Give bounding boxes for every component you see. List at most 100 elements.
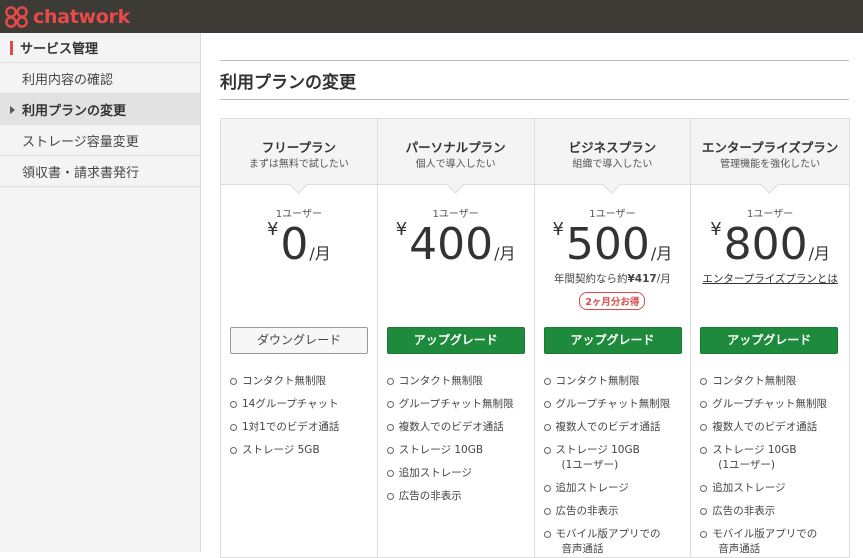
sidebar-item-label: 領収書・請求書発行 bbox=[22, 165, 140, 181]
sidebar-header-label: サービス管理 bbox=[20, 42, 99, 57]
feature-subtext: 音声通話 bbox=[561, 543, 604, 555]
sidebar-header-accent bbox=[10, 40, 13, 55]
plan-name: エンタープライズプラン bbox=[701, 140, 839, 155]
sidebar-item-label: 利用内容の確認 bbox=[22, 72, 114, 88]
downgrade-button[interactable]: ダウングレード bbox=[230, 327, 368, 354]
price-period: /月 bbox=[494, 244, 516, 263]
price-period: /月 bbox=[309, 244, 331, 263]
feature-item: 広告の非表示 bbox=[543, 504, 671, 519]
currency-symbol: ¥ bbox=[552, 219, 564, 240]
feature-item: 複数人でのビデオ通話 bbox=[543, 420, 671, 435]
plan-subtitle: 管理機能を強化したい bbox=[720, 159, 821, 170]
plan-users: 1ユーザー bbox=[589, 209, 636, 220]
discount-badge: 2ヶ月分お得 bbox=[579, 292, 646, 310]
top-bar: chatwork bbox=[0, 0, 863, 33]
feature-item: 広告の非表示 bbox=[386, 489, 514, 504]
feature-item: グループチャット無制限 bbox=[700, 397, 827, 412]
discount-badge-wrap: 2ヶ月分お得 bbox=[535, 290, 691, 310]
feature-text: モバイル版アプリでの bbox=[712, 528, 818, 540]
feature-subtext: (1ユーザー) bbox=[561, 459, 619, 471]
sidebar-item-label: 利用プランの変更 bbox=[22, 103, 127, 119]
feature-item: モバイル版アプリでの音声通話 bbox=[700, 527, 827, 557]
plan-subtitle: まずは無料で試したい bbox=[248, 159, 349, 170]
feature-list: コンタクト無制限 グループチャット無制限 複数人でのビデオ通話 ストレージ 10… bbox=[700, 374, 827, 557]
feature-item: ストレージ 5GB bbox=[230, 443, 339, 458]
price-amount: 500 bbox=[565, 219, 650, 270]
feature-list: コンタクト無制限 14グループチャット 1対1でのビデオ通話 ストレージ 5GB bbox=[230, 374, 339, 466]
feature-item: 追加ストレージ bbox=[543, 481, 671, 496]
feature-item: 追加ストレージ bbox=[700, 481, 827, 496]
feature-text: モバイル版アプリでの bbox=[555, 528, 661, 540]
feature-item: グループチャット無制限 bbox=[386, 397, 514, 412]
price-period: /月 bbox=[650, 244, 673, 263]
feature-item: ストレージ 10GB (1ユーザー) bbox=[543, 443, 671, 473]
sidebar-item-change-plan[interactable]: 利用プランの変更 bbox=[0, 94, 200, 125]
upgrade-button[interactable]: アップグレード bbox=[700, 327, 839, 354]
price-amount: 0 bbox=[280, 219, 309, 270]
sidebar: サービス管理 利用内容の確認 利用プランの変更 ストレージ容量変更 領収書・請求… bbox=[0, 33, 201, 552]
main-content: 利用プランの変更 フリープラン まずは無料で試したい 1ユーザー ¥0/月 ダウ… bbox=[201, 33, 863, 558]
plans-table: フリープラン まずは無料で試したい 1ユーザー ¥0/月 ダウングレード コンタ… bbox=[220, 118, 850, 558]
plan-enterprise: エンタープライズプラン 管理機能を強化したい 1ユーザー ¥800/月 エンター… bbox=[691, 119, 849, 557]
plan-name: パーソナルプラン bbox=[405, 140, 506, 155]
plan-users: 1ユーザー bbox=[432, 209, 479, 220]
feature-item: 複数人でのビデオ通話 bbox=[700, 420, 827, 435]
annual-note-price: ¥417 bbox=[627, 273, 657, 285]
plan-price: ¥400/月 bbox=[378, 219, 534, 270]
plan-price: ¥500/月 bbox=[535, 219, 691, 270]
annual-note-suffix: /月 bbox=[656, 273, 671, 285]
feature-item: 追加ストレージ bbox=[386, 466, 514, 481]
page-title: 利用プランの変更 bbox=[220, 73, 356, 93]
sidebar-item-label: ストレージ容量変更 bbox=[22, 134, 139, 150]
feature-text: ストレージ 10GB bbox=[712, 444, 797, 456]
sidebar-item-receipt[interactable]: 領収書・請求書発行 bbox=[0, 156, 200, 187]
arrow-right-icon bbox=[10, 106, 15, 114]
logo-text: chatwork bbox=[33, 6, 130, 28]
annual-price-note: 年間契約なら約¥417/月 bbox=[535, 271, 691, 286]
currency-symbol: ¥ bbox=[710, 219, 722, 240]
feature-item: グループチャット無制限 bbox=[543, 397, 670, 412]
plan-header: ビジネスプラン 組織で導入したい bbox=[534, 119, 691, 185]
page-title-bar: 利用プランの変更 bbox=[220, 60, 849, 100]
feature-item: コンタクト無制限 bbox=[700, 374, 827, 389]
price-amount: 400 bbox=[409, 219, 494, 270]
plan-name: フリープラン bbox=[261, 140, 336, 155]
plan-price: ¥0/月 bbox=[221, 219, 377, 270]
feature-item: ストレージ 10GB (1ユーザー) bbox=[700, 443, 827, 473]
plan-personal: パーソナルプラン 個人で導入したい 1ユーザー ¥400/月 アップグレード コ… bbox=[377, 119, 535, 557]
chatwork-logo-icon bbox=[5, 6, 28, 28]
plan-subtitle: 組織で導入したい bbox=[572, 159, 653, 170]
upgrade-button[interactable]: アップグレード bbox=[386, 327, 525, 354]
plan-header: フリープラン まずは無料で試したい bbox=[221, 119, 377, 185]
annual-note-prefix: 年間契約なら約 bbox=[553, 273, 628, 285]
sidebar-header: サービス管理 bbox=[0, 33, 200, 63]
feature-subtext: 音声通話 bbox=[718, 543, 761, 555]
feature-text: ストレージ 10GB bbox=[555, 444, 640, 456]
plan-users: 1ユーザー bbox=[275, 209, 322, 220]
currency-symbol: ¥ bbox=[266, 219, 279, 240]
enterprise-info-link[interactable]: エンタープライズプランとは bbox=[691, 271, 849, 286]
plan-subtitle: 個人で導入したい bbox=[415, 159, 496, 170]
feature-item: 1対1でのビデオ通話 bbox=[230, 420, 339, 435]
feature-list: コンタクト無制限 グループチャット無制限 複数人でのビデオ通話 ストレージ 10… bbox=[386, 374, 514, 512]
feature-item: コンタクト無制限 bbox=[386, 374, 514, 389]
plan-free: フリープラン まずは無料で試したい 1ユーザー ¥0/月 ダウングレード コンタ… bbox=[221, 119, 378, 557]
plan-header: エンタープライズプラン 管理機能を強化したい bbox=[691, 119, 849, 185]
feature-list: コンタクト無制限 グループチャット無制限 複数人でのビデオ通話 ストレージ 10… bbox=[543, 374, 671, 557]
feature-item: ストレージ 10GB bbox=[386, 443, 514, 458]
feature-subtext: (1ユーザー) bbox=[718, 459, 775, 471]
sidebar-item-storage[interactable]: ストレージ容量変更 bbox=[0, 125, 200, 156]
plan-price: ¥800/月 bbox=[691, 219, 849, 270]
chatwork-logo[interactable]: chatwork bbox=[4, 3, 130, 31]
price-amount: 800 bbox=[723, 219, 808, 270]
price-period: /月 bbox=[808, 244, 831, 263]
plan-name: ビジネスプラン bbox=[568, 140, 657, 155]
feature-item: 複数人でのビデオ通話 bbox=[386, 420, 514, 435]
plan-header: パーソナルプラン 個人で導入したい bbox=[377, 119, 534, 185]
feature-item: コンタクト無制限 bbox=[543, 374, 671, 389]
feature-item: コンタクト無制限 bbox=[230, 374, 339, 389]
sidebar-item-usage[interactable]: 利用内容の確認 bbox=[0, 63, 200, 94]
feature-item: 14グループチャット bbox=[230, 397, 339, 412]
upgrade-button[interactable]: アップグレード bbox=[543, 327, 682, 354]
plan-business: ビジネスプラン 組織で導入したい 1ユーザー ¥500/月 年間契約なら約¥41… bbox=[534, 119, 692, 557]
